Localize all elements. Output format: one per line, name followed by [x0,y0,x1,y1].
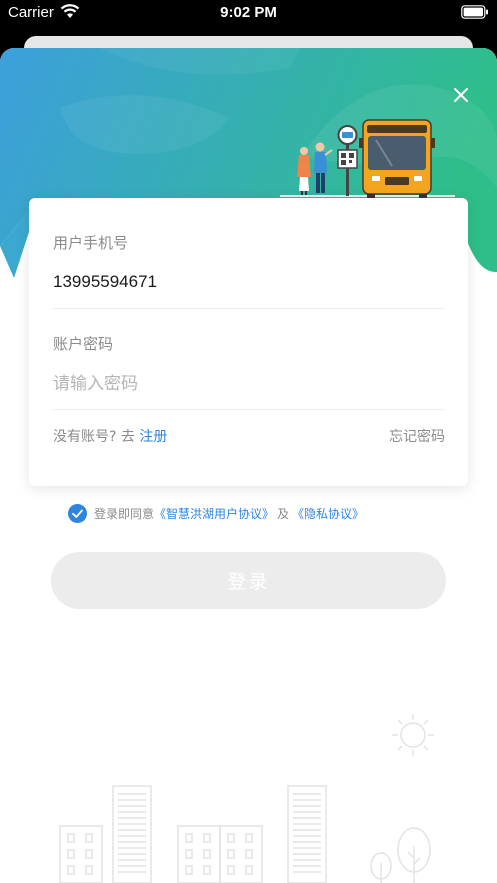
phone-field-label: 用户手机号 [53,234,129,252]
account-links-row: 没有账号? 去 注册 忘记密码 [53,426,445,446]
status-bar: Carrier 9:02 PM [0,0,497,26]
checkbox-checked-icon[interactable] [68,503,87,523]
privacy-policy-link[interactable]: 《隐私协议》 [292,505,364,522]
battery-icon [461,5,489,24]
no-account-text: 没有账号? 去 [53,429,135,445]
agreement-conjunction: 及 [277,506,290,521]
bus-figure [359,119,435,198]
password-field-label: 账户密码 [53,335,114,353]
password-input[interactable] [53,374,443,394]
login-form-card: 用户手机号 账户密码 没有账号? 去 注册 忘记密码 [29,198,468,486]
sun-icon [392,714,434,756]
forgot-password-link[interactable]: 忘记密码 [389,426,445,446]
user-agreement-link[interactable]: 《智慧洪湖用户协议》 [154,505,274,522]
tree-icon [370,852,392,883]
phone-input[interactable] [53,272,443,292]
login-button[interactable]: 登录 [51,552,446,609]
login-sheet: 用户手机号 账户密码 没有账号? 去 注册 忘记密码 登录即同意 《智慧洪湖用户… [0,48,497,883]
phone-field-divider [53,308,445,309]
agreement-row: 登录即同意 《智慧洪湖用户协议》 及 《隐私协议》 [68,503,364,523]
password-field-divider [53,409,445,410]
city-skyline-illustration [59,714,434,883]
agreement-prefix: 登录即同意 [94,506,155,521]
tree-icon [397,827,431,883]
close-icon [454,88,468,102]
register-link[interactable]: 注册 [139,429,167,445]
close-button[interactable] [446,80,476,110]
clock-time: 9:02 PM [220,4,277,21]
